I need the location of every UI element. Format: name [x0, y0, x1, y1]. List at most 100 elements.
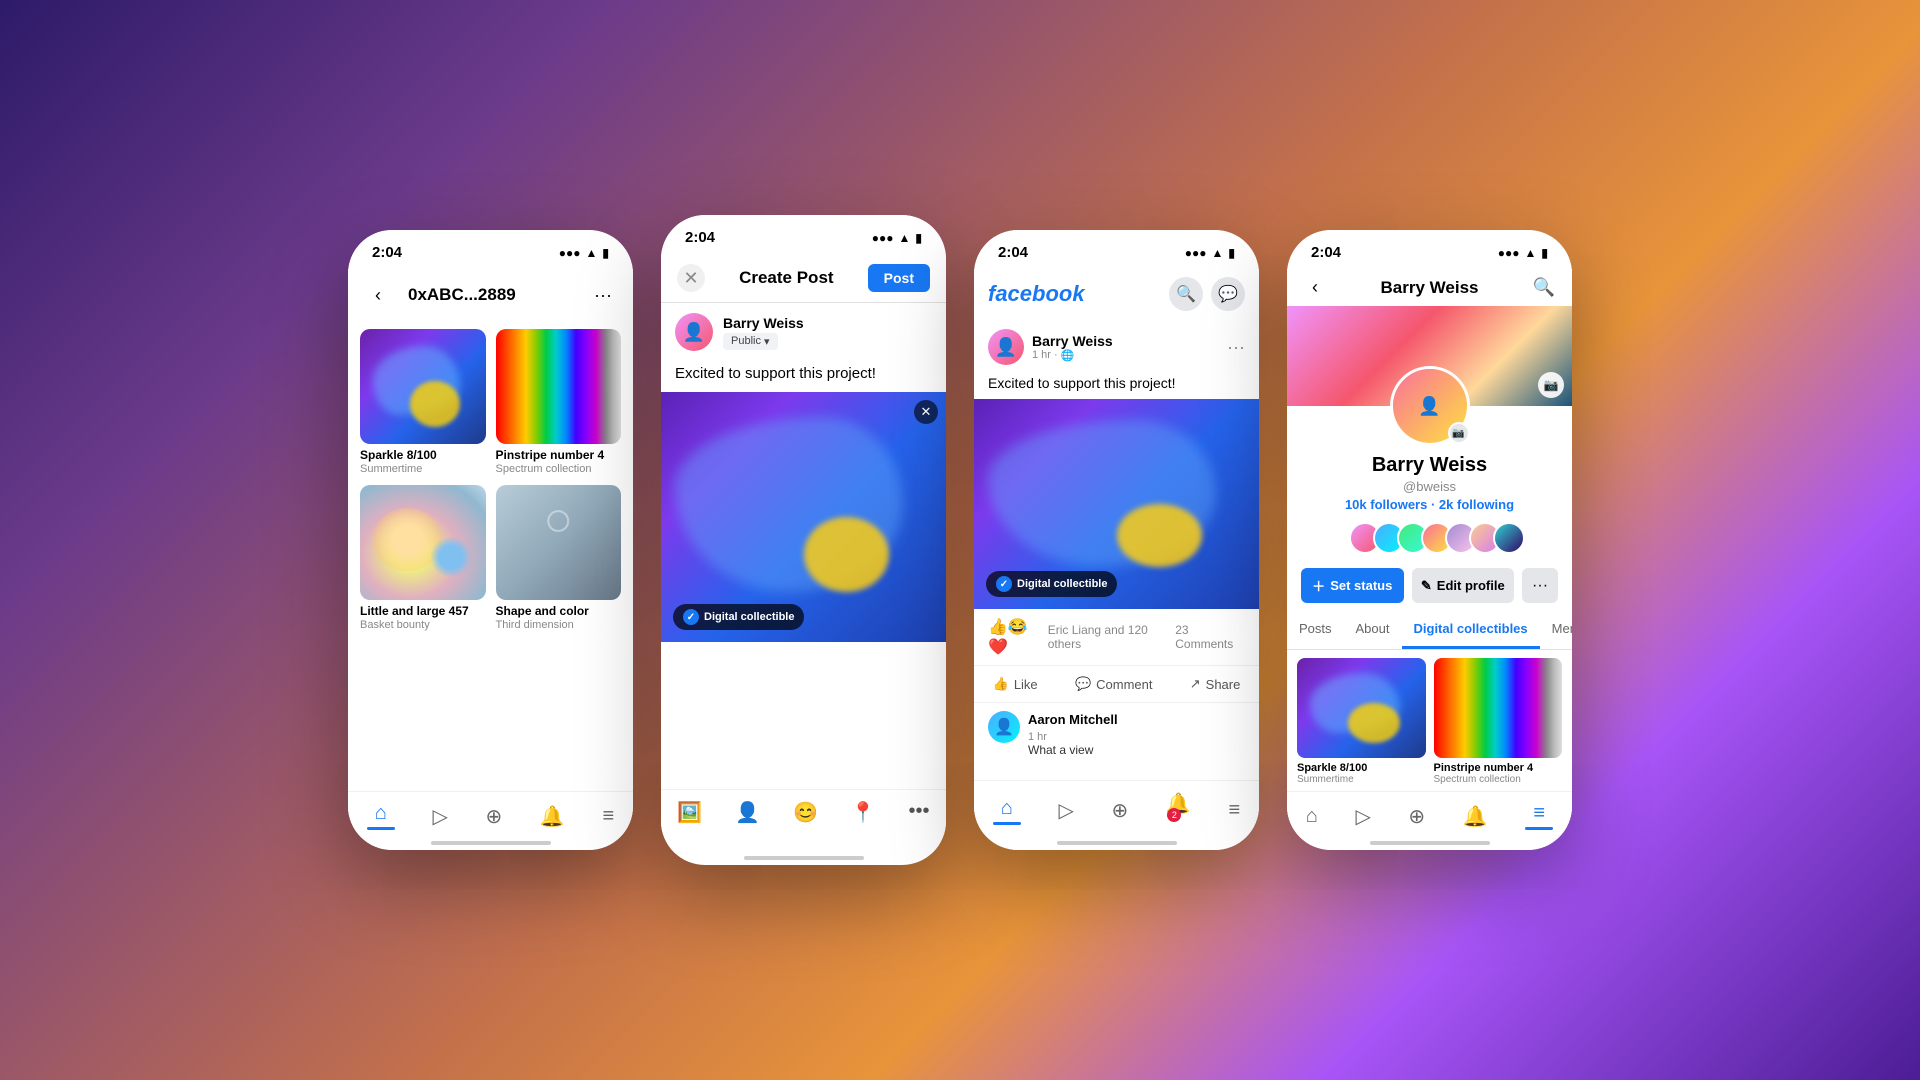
post-button[interactable]: Post [868, 264, 930, 292]
status-icons-3: ●●● ▲ ▮ [1185, 246, 1235, 260]
edit-icon: ✎ [1421, 578, 1432, 594]
profile-nft-grid: Sparkle 8/100 Summertime Pinstripe numbe… [1287, 650, 1572, 793]
screen-1: ‹ 0xABC...2889 ··· Sparkle 8/100 Summert… [348, 269, 633, 839]
nft-item-pinstripe[interactable]: Pinstripe number 4 Spectrum collection [496, 329, 622, 475]
tab-notifications-3[interactable]: 🔔 2 [1166, 791, 1191, 830]
screen-3: facebook 🔍 💬 👤 Barry Weiss 1 hr · [974, 269, 1259, 839]
nft-item-shape[interactable]: Shape and color Third dimension [496, 485, 622, 631]
profile-nft-sub-sparkle: Summertime [1297, 774, 1426, 785]
home-icon-4: ⌂ [1306, 805, 1318, 828]
emoji-icon[interactable]: 😊 [793, 800, 818, 825]
username: @bweiss [1301, 479, 1558, 494]
status-bar-2: 2:04 ●●● ▲ ▮ [661, 215, 946, 254]
battery-icon-3: ▮ [1228, 246, 1235, 260]
profile-pinstripe-art [1434, 658, 1563, 758]
reaction-names: Eric Liang and 120 others [1048, 623, 1176, 651]
more-button[interactable]: ··· [1522, 568, 1558, 603]
post-header: 👤 Barry Weiss 1 hr · 🌐 ··· [974, 319, 1259, 375]
profile-nft-sparkle[interactable]: Sparkle 8/100 Summertime [1297, 658, 1426, 785]
avatar-image: 👤 [675, 313, 713, 351]
profile-avatar-section: 👤 📷 [1287, 366, 1572, 446]
share-label: Share [1206, 677, 1241, 692]
photo-action-icon[interactable]: 🖼️ [677, 800, 702, 825]
status-icons-4: ●●● ▲ ▮ [1498, 246, 1548, 260]
nft-item-sparkle[interactable]: Sparkle 8/100 Summertime [360, 329, 486, 475]
globe-icon: 🌐 [1061, 349, 1075, 362]
tab-about[interactable]: About [1344, 611, 1402, 649]
time-4: 2:04 [1311, 244, 1341, 261]
follower-avatar-7 [1493, 522, 1525, 554]
location-icon[interactable]: 📍 [851, 800, 876, 825]
back-button[interactable]: ‹ [364, 285, 392, 306]
followers-count: 10k [1345, 497, 1367, 512]
feed-post-card: 👤 Barry Weiss 1 hr · 🌐 ··· Excited to su… [974, 319, 1259, 765]
spacer [661, 642, 946, 702]
remove-image-button[interactable]: ✕ [914, 400, 938, 424]
wallet-address: 0xABC...2889 [392, 277, 589, 313]
post-image-container: ✕ ✓ Digital collectible [661, 392, 946, 642]
tab-marketplace-4[interactable]: ⊕ [1408, 804, 1425, 829]
tab-home-3[interactable]: ⌂ [993, 797, 1021, 825]
tab-notifications-1[interactable]: 🔔 [540, 804, 565, 829]
post-text-field[interactable]: Excited to support this project! [661, 361, 946, 392]
profile-nft-pinstripe[interactable]: Pinstripe number 4 Spectrum collection [1434, 658, 1563, 785]
audience-selector[interactable]: Public ▾ [723, 333, 778, 350]
status-bar-3: 2:04 ●●● ▲ ▮ [974, 230, 1259, 269]
tab-notifications-4[interactable]: 🔔 [1463, 804, 1488, 829]
more-options-icon[interactable]: ••• [908, 800, 929, 825]
comment-button[interactable]: 💬 Comment [1063, 670, 1165, 698]
display-name: Barry Weiss [1301, 454, 1558, 477]
marketplace-icon: ⊕ [485, 804, 502, 829]
post-image: ✕ ✓ Digital collectible [661, 392, 946, 642]
active-indicator-3 [993, 822, 1021, 825]
tab-posts[interactable]: Posts [1287, 611, 1344, 649]
battery-icon: ▮ [602, 246, 609, 260]
tab-marketplace-1[interactable]: ⊕ [485, 804, 502, 829]
tab-menu-3[interactable]: ≡ [1228, 799, 1240, 822]
tab-video-4[interactable]: ▷ [1355, 804, 1370, 829]
avatar-camera-button[interactable]: 📷 [1448, 422, 1470, 444]
set-status-button[interactable]: ＋ Set status [1301, 568, 1404, 603]
post-action-buttons: 👍 Like 💬 Comment ↗ Share [974, 666, 1259, 702]
audience-label: Public [731, 335, 761, 347]
nft-item-little[interactable]: Little and large 457 Basket bounty [360, 485, 486, 631]
post-meta: 1 hr · 🌐 [1032, 349, 1113, 362]
profile-header-name: Barry Weiss [1381, 278, 1479, 298]
tab-menu-1[interactable]: ≡ [602, 805, 614, 828]
tab-home-1[interactable]: ⌂ [367, 802, 395, 830]
tab-video-3[interactable]: ▷ [1058, 798, 1073, 823]
tab-home-4[interactable]: ⌂ [1306, 805, 1318, 828]
tab-video-1[interactable]: ▷ [432, 804, 447, 829]
comment-label: Comment [1096, 677, 1152, 692]
edit-profile-button[interactable]: ✎ Edit profile [1412, 568, 1515, 603]
nft-subtitle-sparkle: Summertime [360, 463, 486, 475]
search-button[interactable]: 🔍 [1169, 277, 1203, 311]
facebook-header: facebook 🔍 💬 [974, 269, 1259, 319]
time-1: 2:04 [372, 244, 402, 261]
tab-menu-4[interactable]: ≡ [1525, 802, 1553, 830]
share-icon: ↗ [1190, 676, 1201, 692]
profile-nft-title-pinstripe: Pinstripe number 4 [1434, 762, 1563, 774]
status-bar-1: 2:04 ●●● ▲ ▮ [348, 230, 633, 269]
messenger-button[interactable]: 💬 [1211, 277, 1245, 311]
post-options-button[interactable]: ··· [1227, 337, 1245, 358]
comment-icon: 💬 [1075, 676, 1091, 692]
more-options-button[interactable]: ··· [589, 285, 617, 306]
share-button[interactable]: ↗ Share [1178, 670, 1253, 698]
nft-title-shape: Shape and color [496, 604, 622, 618]
profile-tabs: Posts About Digital collectibles Mention… [1287, 611, 1572, 650]
feed-digital-badge: ✓ Digital collectible [986, 571, 1117, 597]
profile-back-button[interactable]: ‹ [1301, 277, 1329, 298]
tab-mentions[interactable]: Mentions [1540, 611, 1572, 649]
tab-digital-collectibles[interactable]: Digital collectibles [1402, 611, 1540, 649]
sparkle-art [360, 329, 486, 444]
like-button[interactable]: 👍 Like [981, 670, 1050, 698]
post-actions-toolbar: 🖼️ 👤 😊 📍 ••• [661, 789, 946, 835]
tag-people-icon[interactable]: 👤 [735, 800, 760, 825]
close-button[interactable]: ✕ [677, 264, 705, 292]
tab-marketplace-3[interactable]: ⊕ [1111, 798, 1128, 823]
header-icons: 🔍 💬 [1169, 277, 1245, 311]
post-author-avatar[interactable]: 👤 [988, 329, 1024, 365]
followers-label: followers · [1370, 497, 1439, 512]
profile-search-button[interactable]: 🔍 [1530, 277, 1558, 298]
